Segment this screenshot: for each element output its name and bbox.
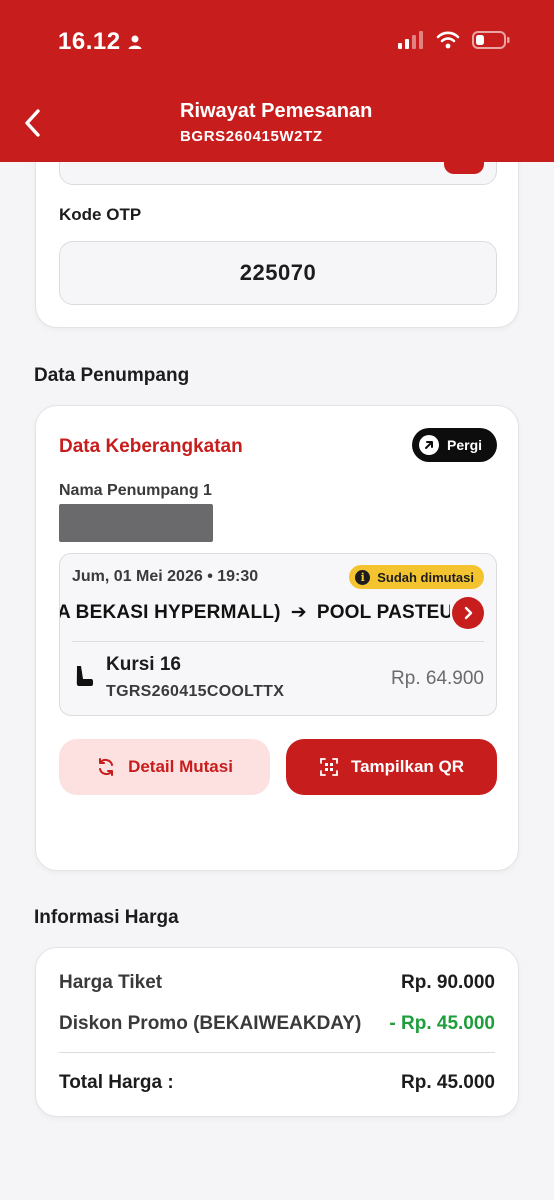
chevron-left-icon bbox=[25, 109, 40, 137]
person-icon bbox=[128, 35, 142, 49]
departure-title: Data Keberangkatan bbox=[59, 436, 243, 457]
booking-code: BGRS260415W2TZ bbox=[180, 128, 323, 145]
total-label: Total Harga : bbox=[59, 1072, 174, 1093]
battery-icon bbox=[472, 31, 510, 49]
clock: 16.12 bbox=[58, 28, 121, 55]
ticket-code: TGRS260415COOLTTX bbox=[106, 683, 285, 700]
show-qr-label: Tampilkan QR bbox=[350, 757, 465, 776]
ticket-price-label: Harga Tiket bbox=[59, 972, 163, 993]
route-from: GA BEKASI HYPERMALL) bbox=[60, 602, 281, 623]
price-section-title: Informasi Harga bbox=[34, 907, 179, 928]
otp-value: 225070 bbox=[59, 241, 497, 305]
ticket-price-value: Rp. 90.000 bbox=[401, 972, 495, 993]
route-arrow-icon: ➔ bbox=[290, 602, 307, 623]
price-divider bbox=[59, 1052, 495, 1053]
direction-label: Pergi bbox=[447, 437, 483, 453]
route-next-button[interactable] bbox=[452, 597, 484, 629]
signal-icon bbox=[398, 31, 423, 49]
page-title: Riwayat Pemesanan bbox=[180, 100, 373, 122]
qr-scan-icon bbox=[320, 758, 338, 776]
status-badge-label: Sudah dimutasi bbox=[377, 569, 474, 585]
otp-label: Kode OTP bbox=[59, 205, 142, 224]
detail-mutasi-label: Detail Mutasi bbox=[128, 757, 233, 776]
passenger-card: Data Keberangkatan Pergi Nama Penumpang … bbox=[35, 405, 519, 871]
total-value: Rp. 45.000 bbox=[401, 1072, 495, 1093]
status-bar-time: 16.12 bbox=[58, 28, 143, 56]
trip-details: Jum, 01 Mei 2026 • 19:30 i Sudah dimutas… bbox=[59, 553, 497, 716]
arrow-up-right-icon bbox=[419, 435, 439, 455]
discount-label: Diskon Promo (BEKAIWEAKDAY) bbox=[59, 1013, 362, 1034]
show-qr-button[interactable]: Tampilkan QR bbox=[286, 739, 497, 795]
passenger-section-title: Data Penumpang bbox=[34, 365, 190, 386]
route-text: GA BEKASI HYPERMALL) ➔ POOL PASTEUR bbox=[60, 601, 450, 624]
discount-value: - Rp. 45.000 bbox=[389, 1013, 495, 1034]
seat-number: Kursi 16 bbox=[106, 654, 181, 675]
total-row: Total Harga : Rp. 45.000 bbox=[59, 1072, 495, 1094]
redacted-passenger-name bbox=[59, 504, 213, 542]
status-bar-icons bbox=[398, 30, 510, 50]
ticket-price-row: Harga Tiket Rp. 90.000 bbox=[59, 972, 495, 994]
chevron-right-icon bbox=[464, 606, 473, 620]
trip-datetime: Jum, 01 Mei 2026 • 19:30 bbox=[72, 568, 259, 585]
status-badge: i Sudah dimutasi bbox=[349, 565, 484, 589]
wifi-icon bbox=[436, 31, 460, 49]
price-card: Harga Tiket Rp. 90.000 Diskon Promo (BEK… bbox=[35, 947, 519, 1117]
refresh-icon bbox=[99, 758, 114, 776]
discount-row: Diskon Promo (BEKAIWEAKDAY) - Rp. 45.000 bbox=[59, 1013, 495, 1035]
app-header: 16.12 Riwayat Pemesanan BGRS260415W2TZ bbox=[0, 0, 554, 162]
route-to: POOL PASTEUR bbox=[316, 602, 450, 623]
passenger-name-label: Nama Penumpang 1 bbox=[59, 482, 212, 499]
trip-divider bbox=[72, 641, 484, 642]
info-icon: i bbox=[355, 569, 371, 585]
seat-icon bbox=[74, 664, 94, 695]
detail-mutasi-button[interactable]: Detail Mutasi bbox=[59, 739, 270, 795]
direction-badge: Pergi bbox=[412, 428, 497, 462]
route-scroller[interactable]: GA BEKASI HYPERMALL) ➔ POOL PASTEUR bbox=[60, 598, 450, 628]
seat-price: Rp. 64.900 bbox=[391, 668, 484, 689]
back-button[interactable] bbox=[18, 104, 48, 142]
